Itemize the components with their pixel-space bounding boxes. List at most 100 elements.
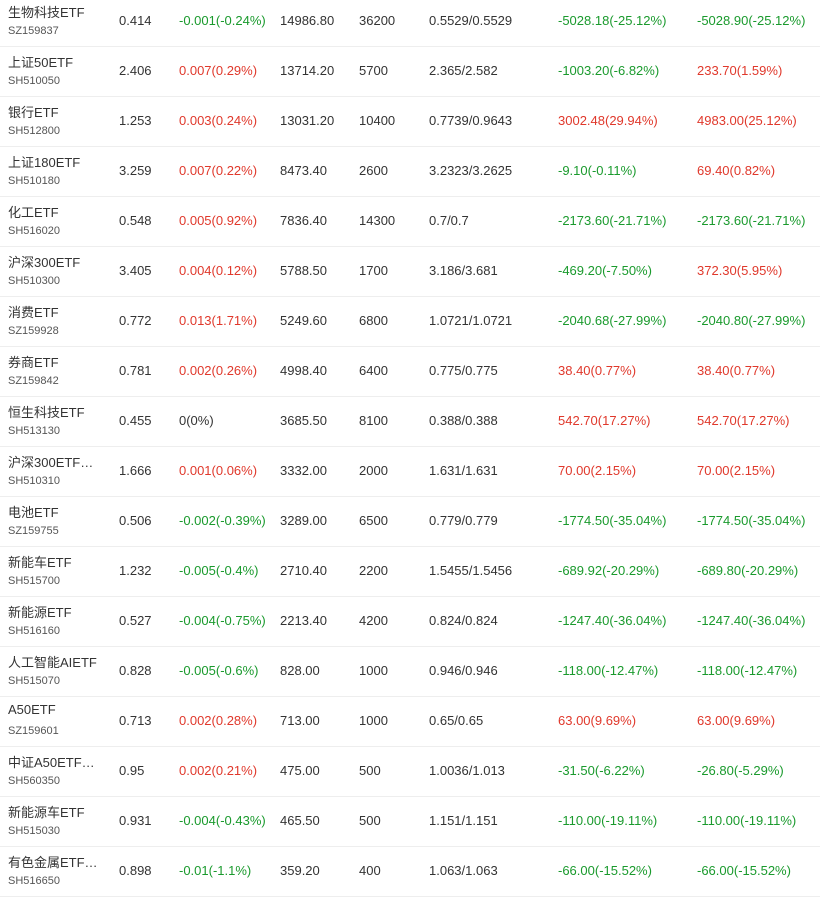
- fund-name: 新能源ETF: [8, 605, 72, 620]
- profit-loss-cell: -2173.60(-21.71%): [558, 213, 667, 228]
- price-cell: 0.781: [119, 363, 152, 378]
- market-value-cell: 3685.50: [280, 413, 327, 428]
- market-value-cell: 359.20: [280, 863, 320, 878]
- price-cell: 1.253: [119, 113, 152, 128]
- fund-code: SZ159842: [8, 375, 59, 387]
- market-value-cell: 2213.40: [280, 613, 327, 628]
- table-row[interactable]: 上证50ETF SH510050 2.406 0.007(0.29%) 13714.20…: [0, 47, 820, 97]
- fund-code: SZ159755: [8, 525, 59, 537]
- cost-cell: 1.0036/1.013: [429, 763, 505, 778]
- total-profit-loss-cell: -5028.90(-25.12%): [697, 13, 806, 28]
- fund-code: SZ159928: [8, 325, 59, 337]
- total-profit-loss-cell: -1247.40(-36.04%): [697, 613, 806, 628]
- profit-loss-cell: -9.10(-0.11%): [558, 163, 637, 178]
- profit-loss-cell: -31.50(-6.22%): [558, 763, 645, 778]
- quantity-cell: 400: [359, 863, 381, 878]
- change-cell: 0.003(0.24%): [179, 113, 258, 128]
- price-cell: 0.548: [119, 213, 152, 228]
- fund-name: 新能源车ETF: [8, 805, 85, 820]
- fund-code: SH516160: [8, 625, 60, 637]
- change-cell: 0.013(1.71%): [179, 313, 258, 328]
- table-row[interactable]: 券商ETF SZ159842 0.781 0.002(0.26%) 4998.40 640…: [0, 347, 820, 397]
- table-row[interactable]: 电池ETF SZ159755 0.506 -0.002(-0.39%) 3289.00 6…: [0, 497, 820, 547]
- fund-name: 有色金属ETF…: [8, 855, 98, 870]
- price-cell: 0.414: [119, 13, 152, 28]
- quantity-cell: 10400: [359, 113, 396, 128]
- profit-loss-cell: -5028.18(-25.12%): [558, 13, 667, 28]
- cost-cell: 1.063/1.063: [429, 863, 498, 878]
- market-value-cell: 13031.20: [280, 113, 335, 128]
- quantity-cell: 500: [359, 813, 381, 828]
- profit-loss-cell: -469.20(-7.50%): [558, 263, 652, 278]
- table-row[interactable]: 化工ETF SH516020 0.548 0.005(0.92%) 7836.40 143…: [0, 197, 820, 247]
- change-cell: 0.007(0.29%): [179, 63, 258, 78]
- market-value-cell: 5249.60: [280, 313, 327, 328]
- table-row[interactable]: 消费ETF SZ159928 0.772 0.013(1.71%) 5249.60 680…: [0, 297, 820, 347]
- table-row[interactable]: 沪深300ETF… SH510310 1.666 0.001(0.06%) 3332.0…: [0, 447, 820, 497]
- profit-loss-cell: -1003.20(-6.82%): [558, 63, 660, 78]
- table-row[interactable]: 人工智能AIETF SH515070 0.828 -0.005(-0.6%) 828.0…: [0, 647, 820, 697]
- profit-loss-cell: 70.00(2.15%): [558, 463, 637, 478]
- fund-code: SH513130: [8, 425, 60, 437]
- price-cell: 0.455: [119, 413, 152, 428]
- fund-code: SH516650: [8, 875, 60, 887]
- change-cell: 0(0%): [179, 413, 214, 428]
- price-cell: 0.527: [119, 613, 152, 628]
- table-row[interactable]: 新能源车ETF SH515030 0.931 -0.004(-0.43%) 465.50…: [0, 797, 820, 847]
- fund-code: SH512800: [8, 125, 60, 137]
- fund-name: 新能车ETF: [8, 555, 72, 570]
- profit-loss-cell: -110.00(-19.11%): [558, 813, 658, 828]
- market-value-cell: 465.50: [280, 813, 320, 828]
- table-row[interactable]: 生物科技ETF SZ159837 0.414 -0.001(-0.24%) 14986.…: [0, 0, 820, 47]
- fund-name: 银行ETF: [8, 105, 59, 120]
- total-profit-loss-cell: -26.80(-5.29%): [697, 763, 784, 778]
- market-value-cell: 2710.40: [280, 563, 327, 578]
- total-profit-loss-cell: -66.00(-15.52%): [697, 863, 791, 878]
- fund-name: 沪深300ETF: [8, 255, 81, 270]
- fund-name: 中证A50ETF…: [8, 755, 95, 770]
- price-cell: 0.898: [119, 863, 152, 878]
- profit-loss-cell: 542.70(17.27%): [558, 413, 651, 428]
- cost-cell: 2.365/2.582: [429, 63, 498, 78]
- quantity-cell: 2600: [359, 163, 388, 178]
- market-value-cell: 8473.40: [280, 163, 327, 178]
- table-row[interactable]: 中证A50ETF… SH560350 0.95 0.002(0.21%) 475.00 5…: [0, 747, 820, 797]
- total-profit-loss-cell: 372.30(5.95%): [697, 263, 783, 278]
- table-row[interactable]: 沪深300ETF SH510300 3.405 0.004(0.12%) 5788.50…: [0, 247, 820, 297]
- table-row[interactable]: 有色金属ETF… SH516650 0.898 -0.01(-1.1%) 359.20 4…: [0, 847, 820, 897]
- total-profit-loss-cell: 69.40(0.82%): [697, 163, 776, 178]
- total-profit-loss-cell: -2040.80(-27.99%): [697, 313, 806, 328]
- profit-loss-cell: -1247.40(-36.04%): [558, 613, 667, 628]
- change-cell: 0.004(0.12%): [179, 263, 258, 278]
- quantity-cell: 14300: [359, 213, 396, 228]
- fund-name: 恒生科技ETF: [8, 405, 85, 420]
- fund-code: SH510300: [8, 275, 60, 287]
- change-cell: 0.002(0.21%): [179, 763, 258, 778]
- cost-cell: 3.2323/3.2625: [429, 163, 513, 178]
- quantity-cell: 4200: [359, 613, 388, 628]
- table-row[interactable]: 新能车ETF SH515700 1.232 -0.005(-0.4%) 2710.40 2…: [0, 547, 820, 597]
- market-value-cell: 13714.20: [280, 63, 335, 78]
- quantity-cell: 6400: [359, 363, 388, 378]
- table-row[interactable]: 银行ETF SH512800 1.253 0.003(0.24%) 13031.20 10…: [0, 97, 820, 147]
- table-row[interactable]: 恒生科技ETF SH513130 0.455 0(0%) 3685.50 8100 0.38…: [0, 397, 820, 447]
- fund-code: SH516020: [8, 225, 60, 237]
- fund-code: SH515070: [8, 675, 60, 687]
- quantity-cell: 6500: [359, 513, 388, 528]
- total-profit-loss-cell: -1774.50(-35.04%): [697, 513, 806, 528]
- price-cell: 0.931: [119, 813, 152, 828]
- price-cell: 2.406: [119, 63, 152, 78]
- profit-loss-cell: 38.40(0.77%): [558, 363, 637, 378]
- quantity-cell: 6800: [359, 313, 388, 328]
- total-profit-loss-cell: 4983.00(25.12%): [697, 113, 797, 128]
- quantity-cell: 36200: [359, 13, 396, 28]
- fund-name: 人工智能AIETF: [8, 655, 97, 670]
- table-row[interactable]: 上证180ETF SH510180 3.259 0.007(0.22%) 8473.40…: [0, 147, 820, 197]
- table-row[interactable]: A50ETF SZ159601 0.713 0.002(0.28%) 713.00 100…: [0, 697, 820, 747]
- market-value-cell: 14986.80: [280, 13, 335, 28]
- fund-name: 生物科技ETF: [8, 5, 85, 20]
- profit-loss-cell: -1774.50(-35.04%): [558, 513, 667, 528]
- market-value-cell: 5788.50: [280, 263, 327, 278]
- table-row[interactable]: 新能源ETF SH516160 0.527 -0.004(-0.75%) 2213.40…: [0, 597, 820, 647]
- cost-cell: 1.5455/1.5456: [429, 563, 513, 578]
